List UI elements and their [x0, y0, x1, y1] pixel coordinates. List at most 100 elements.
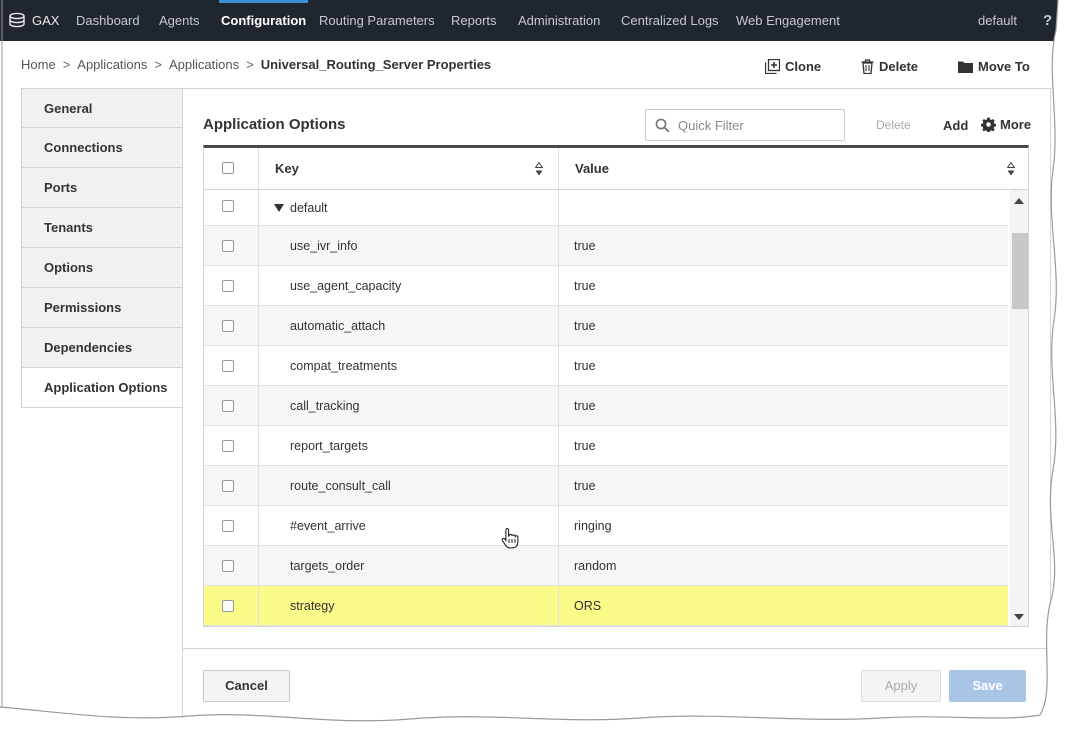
- delete-object-label: Delete: [879, 58, 919, 74]
- options-grid: Key Value default use_ivr_info true use_…: [203, 145, 1029, 627]
- table-row[interactable]: route_consult_call true: [204, 466, 1008, 506]
- row-checkbox[interactable]: [222, 280, 234, 292]
- nav-web-engagement[interactable]: Web Engagement: [736, 0, 840, 41]
- table-row[interactable]: targets_order random: [204, 546, 1008, 586]
- scroll-up-icon[interactable]: [1014, 198, 1024, 204]
- table-row[interactable]: report_targets true: [204, 426, 1008, 466]
- nav-agents[interactable]: Agents: [159, 0, 199, 41]
- hand-cursor-icon: [501, 528, 519, 549]
- column-header-key[interactable]: Key: [275, 148, 299, 190]
- gear-icon: [981, 117, 996, 132]
- option-value: true: [574, 479, 596, 493]
- app-logo-text: GAX: [32, 13, 60, 28]
- cancel-button[interactable]: Cancel: [203, 670, 290, 702]
- table-row[interactable]: use_ivr_info true: [204, 226, 1008, 266]
- table-row[interactable]: automatic_attach true: [204, 306, 1008, 346]
- move-to-button[interactable]: Move To: [958, 57, 1030, 75]
- tab-tenants[interactable]: Tenants: [21, 208, 183, 248]
- table-row[interactable]: compat_treatments true: [204, 346, 1008, 386]
- save-button[interactable]: Save: [949, 670, 1026, 702]
- nav-dashboard[interactable]: Dashboard: [76, 0, 140, 41]
- row-checkbox[interactable]: [222, 240, 234, 252]
- nav-administration[interactable]: Administration: [518, 0, 600, 41]
- option-key: report_targets: [290, 439, 368, 453]
- tab-application-options[interactable]: Application Options: [21, 368, 183, 408]
- breadcrumb-separator: >: [246, 57, 254, 72]
- quick-filter-input[interactable]: [678, 116, 838, 134]
- option-key: #event_arrive: [290, 519, 366, 533]
- table-row[interactable]: #event_arrive ringing: [204, 506, 1008, 546]
- move-to-label: Move To: [978, 58, 1030, 74]
- option-key: use_agent_capacity: [290, 279, 402, 293]
- option-key: use_ivr_info: [290, 239, 358, 253]
- tab-options[interactable]: Options: [21, 248, 183, 288]
- tab-dependencies[interactable]: Dependencies: [21, 328, 183, 368]
- row-checkbox[interactable]: [222, 320, 234, 332]
- option-value: true: [574, 399, 596, 413]
- breadcrumb: Home > Applications > Applications > Universal…: [21, 57, 491, 72]
- trash-icon: [861, 58, 874, 74]
- scroll-thumb[interactable]: [1012, 233, 1028, 309]
- group-toggle[interactable]: default: [274, 190, 328, 226]
- option-key: compat_treatments: [290, 359, 397, 373]
- sort-icon[interactable]: [1007, 162, 1015, 176]
- user-menu[interactable]: default: [978, 0, 1017, 41]
- row-checkbox[interactable]: [222, 480, 234, 492]
- apply-button[interactable]: Apply: [861, 670, 941, 702]
- sort-icon[interactable]: [535, 162, 543, 176]
- table-row[interactable]: call_tracking true: [204, 386, 1008, 426]
- nav-centralized-logs[interactable]: Centralized Logs: [621, 0, 719, 41]
- add-option-button[interactable]: Add: [943, 118, 968, 133]
- table-row-highlighted[interactable]: strategy ORS: [204, 586, 1008, 626]
- tab-connections[interactable]: Connections: [21, 128, 183, 168]
- clone-button[interactable]: Clone: [765, 57, 821, 75]
- group-label: default: [290, 201, 328, 215]
- grid-header: Key Value: [204, 148, 1028, 190]
- column-header-value[interactable]: Value: [575, 148, 609, 190]
- breadcrumb-applications-folder[interactable]: Applications: [169, 57, 239, 72]
- option-key: automatic_attach: [290, 319, 386, 333]
- top-nav-bar: GAX Dashboard Agents Configuration Routi…: [0, 0, 1071, 41]
- breadcrumb-home[interactable]: Home: [21, 57, 56, 72]
- help-icon[interactable]: ?: [1043, 0, 1052, 41]
- more-label: More: [1000, 117, 1032, 132]
- app-logo[interactable]: GAX: [8, 0, 59, 41]
- row-checkbox[interactable]: [222, 360, 234, 372]
- breadcrumb-separator: >: [154, 57, 162, 72]
- row-checkbox[interactable]: [222, 560, 234, 572]
- nav-configuration[interactable]: Configuration: [219, 0, 309, 41]
- nav-routing-parameters[interactable]: Routing Parameters: [319, 0, 435, 41]
- delete-object-button[interactable]: Delete: [861, 57, 918, 75]
- breadcrumb-applications[interactable]: Applications: [77, 57, 147, 72]
- table-row[interactable]: use_agent_capacity true: [204, 266, 1008, 306]
- clone-icon: [765, 58, 780, 74]
- scroll-down-icon[interactable]: [1014, 614, 1024, 620]
- breadcrumb-separator: >: [62, 57, 71, 72]
- row-checkbox[interactable]: [222, 520, 234, 532]
- tab-general[interactable]: General: [21, 88, 183, 128]
- nav-reports[interactable]: Reports: [451, 0, 497, 41]
- tab-permissions[interactable]: Permissions: [21, 288, 183, 328]
- grid-scrollbar[interactable]: [1010, 190, 1028, 626]
- panel-title: Application Options: [203, 116, 346, 133]
- option-value: ringing: [574, 519, 612, 533]
- row-checkbox[interactable]: [222, 600, 234, 612]
- row-checkbox[interactable]: [222, 200, 234, 212]
- property-tabs: General Connections Ports Tenants Option…: [21, 88, 183, 408]
- group-row-default[interactable]: default: [204, 190, 1008, 226]
- option-key: route_consult_call: [290, 479, 391, 493]
- row-checkbox[interactable]: [222, 400, 234, 412]
- quick-filter[interactable]: [645, 109, 845, 141]
- select-all-checkbox[interactable]: [222, 162, 234, 174]
- option-value: true: [574, 359, 596, 373]
- option-value: ORS: [574, 599, 602, 613]
- breadcrumb-current: Universal_Routing_Server Properties: [260, 57, 492, 72]
- caret-down-icon: [274, 204, 284, 212]
- more-button[interactable]: More: [981, 117, 1031, 132]
- tab-ports[interactable]: Ports: [21, 168, 183, 208]
- option-value: true: [574, 319, 596, 333]
- option-value: true: [574, 439, 596, 453]
- delete-option-button[interactable]: Delete: [876, 118, 911, 132]
- database-icon: [9, 12, 25, 27]
- row-checkbox[interactable]: [222, 440, 234, 452]
